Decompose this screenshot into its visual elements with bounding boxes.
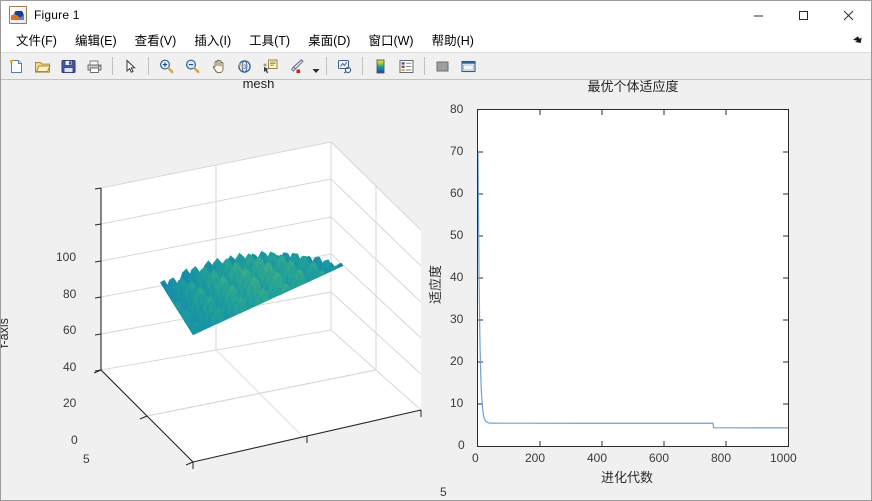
window-controls <box>736 1 871 29</box>
fitness-xtick-200: 200 <box>525 451 546 465</box>
menu-view[interactable]: 查看(V) <box>126 31 186 51</box>
mesh-ztick-20: 20 <box>63 396 77 410</box>
matlab-figure-icon <box>9 6 27 24</box>
fitness-ytick-0: 0 <box>458 438 465 452</box>
fitness-xtick-0: 0 <box>472 451 479 465</box>
fitness-ytick-50: 50 <box>450 228 464 242</box>
fitness-ytick-70: 70 <box>450 144 464 158</box>
menu-window[interactable]: 窗口(W) <box>359 31 422 51</box>
minimize-button[interactable] <box>736 1 781 29</box>
fitness-ytick-60: 60 <box>450 186 464 200</box>
fitness-ytick-10: 10 <box>450 396 464 410</box>
menu-insert[interactable]: 插入(I) <box>185 31 240 51</box>
fitness-ytick-20: 20 <box>450 354 464 368</box>
mesh-ytick-0: 0 <box>129 498 136 500</box>
mesh-ztick-80: 80 <box>63 287 77 301</box>
save-figure-button[interactable] <box>56 54 81 78</box>
close-button[interactable] <box>826 1 871 29</box>
show-plot-tools-button[interactable] <box>456 54 481 78</box>
fitness-yaxis-label: 适应度 <box>428 264 443 304</box>
menu-edit[interactable]: 编辑(E) <box>66 31 126 51</box>
matlab-figure-window: Figure 1 文件(F) 编辑(E) 查看(V) 插入(I) 工具(T) 桌… <box>0 0 872 501</box>
menu-bar: 文件(F) 编辑(E) 查看(V) 插入(I) 工具(T) 桌面(D) 窗口(W… <box>1 30 871 53</box>
mesh-ztick-40: 40 <box>63 360 77 374</box>
toolbar-separator <box>362 57 363 75</box>
pan-button[interactable] <box>206 54 231 78</box>
fitness-tick-marks <box>478 110 788 446</box>
mesh-ztick-100: 100 <box>56 250 77 264</box>
colorbar-button[interactable] <box>368 54 393 78</box>
fitness-ytick-80: 80 <box>450 102 464 116</box>
fitness-axes-title: 最优个体适应度 <box>587 80 679 94</box>
fitness-line-svg <box>478 110 788 446</box>
fitness-xtick-400: 400 <box>587 451 608 465</box>
menu-tools[interactable]: 工具(T) <box>240 31 299 51</box>
data-cursor-button[interactable] <box>258 54 283 78</box>
maximize-button[interactable] <box>781 1 826 29</box>
fitness-plot-box[interactable] <box>477 109 789 447</box>
figure-client-area: mesh 100 80 60 40 20 0 5 5 f-axis 最优个体适应… <box>1 80 871 500</box>
new-figure-button[interactable] <box>4 54 29 78</box>
edit-plot-button[interactable] <box>118 54 143 78</box>
title-bar: Figure 1 <box>1 1 871 30</box>
window-title: Figure 1 <box>34 8 80 22</box>
legend-button[interactable] <box>394 54 419 78</box>
toolbar-separator <box>424 57 425 75</box>
fitness-xtick-600: 600 <box>649 451 670 465</box>
toolbar-separator <box>112 57 113 75</box>
fitness-ytick-40: 40 <box>450 270 464 284</box>
toolbar-separator <box>148 57 149 75</box>
link-data-button[interactable] <box>332 54 357 78</box>
fitness-xaxis-label: 进化代数 <box>601 470 654 485</box>
toolbar: 3 <box>1 53 871 80</box>
mesh-ztick-60: 60 <box>63 323 77 337</box>
fitness-curve <box>478 151 788 429</box>
fitness-ytick-30: 30 <box>450 312 464 326</box>
mesh-zaxis-label: f-axis <box>1 318 11 348</box>
open-file-button[interactable] <box>30 54 55 78</box>
menu-overflow-arrow-icon[interactable] <box>851 33 865 47</box>
menu-file[interactable]: 文件(F) <box>7 31 66 51</box>
brush-button[interactable] <box>284 54 309 78</box>
mesh-ytick-5: 5 <box>83 452 90 466</box>
toolbar-separator <box>326 57 327 75</box>
hide-plot-tools-button[interactable] <box>430 54 455 78</box>
zoom-in-button[interactable] <box>154 54 179 78</box>
print-figure-button[interactable] <box>82 54 107 78</box>
fitness-xtick-1000: 1000 <box>770 451 797 465</box>
menu-help[interactable]: 帮助(H) <box>423 31 483 51</box>
zoom-out-button[interactable] <box>180 54 205 78</box>
mesh-xtick-5: 5 <box>440 485 447 499</box>
mesh-ztick-0: 0 <box>71 433 78 447</box>
brush-dropdown-arrow-icon[interactable] <box>310 52 321 80</box>
fitness-xtick-800: 800 <box>711 451 732 465</box>
rotate-3d-button[interactable]: 3 <box>232 54 257 78</box>
menu-desktop[interactable]: 桌面(D) <box>299 31 359 51</box>
